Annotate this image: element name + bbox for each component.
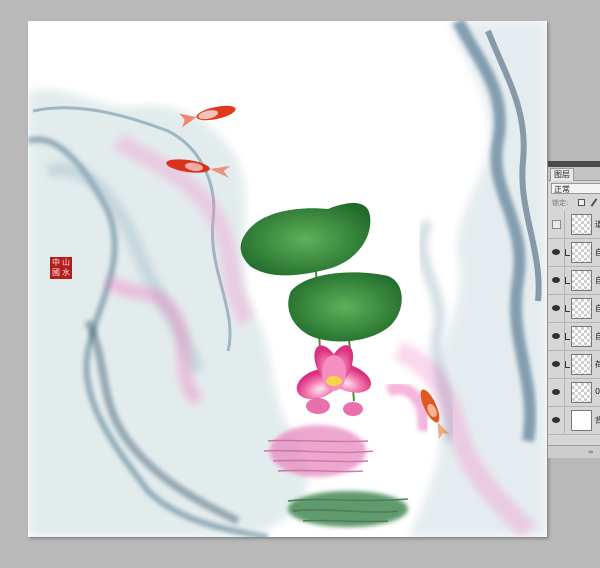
seal-char: 山 <box>62 258 70 267</box>
layer-name[interactable]: 背 <box>595 415 600 426</box>
visibility-toggle[interactable] <box>548 239 565 266</box>
eye-icon <box>552 417 560 423</box>
lock-pixels-brush-icon[interactable] <box>590 198 598 207</box>
lotus-flower <box>296 345 371 416</box>
visibility-toggle[interactable] <box>548 267 565 294</box>
layers-list: 道自自自自荷0背 <box>548 211 600 446</box>
layers-panel: 图层 正常 锁定: 道自自自自荷0背 ∞ <box>547 161 600 458</box>
layer-thumbnail[interactable] <box>571 270 592 291</box>
eye-icon <box>552 361 560 367</box>
eye-icon <box>552 277 560 283</box>
seal-char: 水 <box>62 268 70 277</box>
layer-thumbnail[interactable] <box>571 354 592 375</box>
clipping-mask-icon <box>565 305 570 312</box>
layer-row[interactable]: 自 <box>548 267 600 295</box>
layer-thumbnail[interactable] <box>571 382 592 403</box>
panel-tab-row: 图层 <box>548 167 600 181</box>
layer-row[interactable]: 自 <box>548 323 600 351</box>
right-ink-wash <box>385 21 547 537</box>
blend-mode-row: 正常 <box>548 181 600 195</box>
clipping-mask-icon <box>565 277 570 284</box>
eye-icon <box>552 249 560 255</box>
layer-row[interactable]: 荷 <box>548 351 600 379</box>
visibility-toggle[interactable] <box>548 211 565 238</box>
eye-icon <box>552 389 560 395</box>
layer-thumbnail[interactable] <box>571 326 592 347</box>
panel-footer: ∞ <box>548 445 600 458</box>
layer-name[interactable]: 自 <box>595 331 600 342</box>
layer-row[interactable]: 0 <box>548 379 600 407</box>
layer-name[interactable]: 自 <box>595 303 600 314</box>
seal-char: 國 <box>52 268 60 277</box>
layer-row[interactable]: 自 <box>548 295 600 323</box>
lock-transparency-icon[interactable] <box>578 199 585 206</box>
visibility-toggle[interactable] <box>548 407 565 434</box>
tab-layers[interactable]: 图层 <box>550 168 574 181</box>
visibility-toggle[interactable] <box>548 323 565 350</box>
artist-seal: 中 山 國 水 <box>50 257 72 279</box>
clipping-mask-icon <box>565 333 570 340</box>
layer-name[interactable]: 0 <box>595 387 600 396</box>
lock-row: 锁定: <box>548 195 600 212</box>
clipping-mask-icon <box>565 361 570 368</box>
layer-thumbnail[interactable] <box>571 242 592 263</box>
blend-mode-select[interactable]: 正常 <box>551 183 600 194</box>
clipping-mask-icon <box>565 249 570 256</box>
layer-row[interactable]: 道 <box>548 211 600 239</box>
layer-name[interactable]: 道 <box>595 219 600 230</box>
layer-name[interactable]: 荷 <box>595 359 600 370</box>
layer-thumbnail[interactable] <box>571 410 592 431</box>
lock-label: 锁定: <box>552 199 569 207</box>
layer-row[interactable]: 自 <box>548 239 600 267</box>
layer-name[interactable]: 自 <box>595 275 600 286</box>
layer-name[interactable]: 自 <box>595 247 600 258</box>
eye-icon <box>552 305 560 311</box>
ink-artwork <box>28 21 547 537</box>
visibility-toggle[interactable] <box>548 379 565 406</box>
hidden-eye-icon <box>552 220 561 229</box>
layer-row[interactable]: 背 <box>548 407 600 435</box>
link-icon[interactable]: ∞ <box>588 448 594 456</box>
left-ink-wash <box>28 88 309 537</box>
eye-icon <box>552 333 560 339</box>
layer-thumbnail[interactable] <box>571 214 592 235</box>
visibility-toggle[interactable] <box>548 295 565 322</box>
visibility-toggle[interactable] <box>548 351 565 378</box>
seal-char: 中 <box>52 258 60 267</box>
document-canvas[interactable]: 中 山 國 水 <box>28 21 547 537</box>
layer-thumbnail[interactable] <box>571 298 592 319</box>
